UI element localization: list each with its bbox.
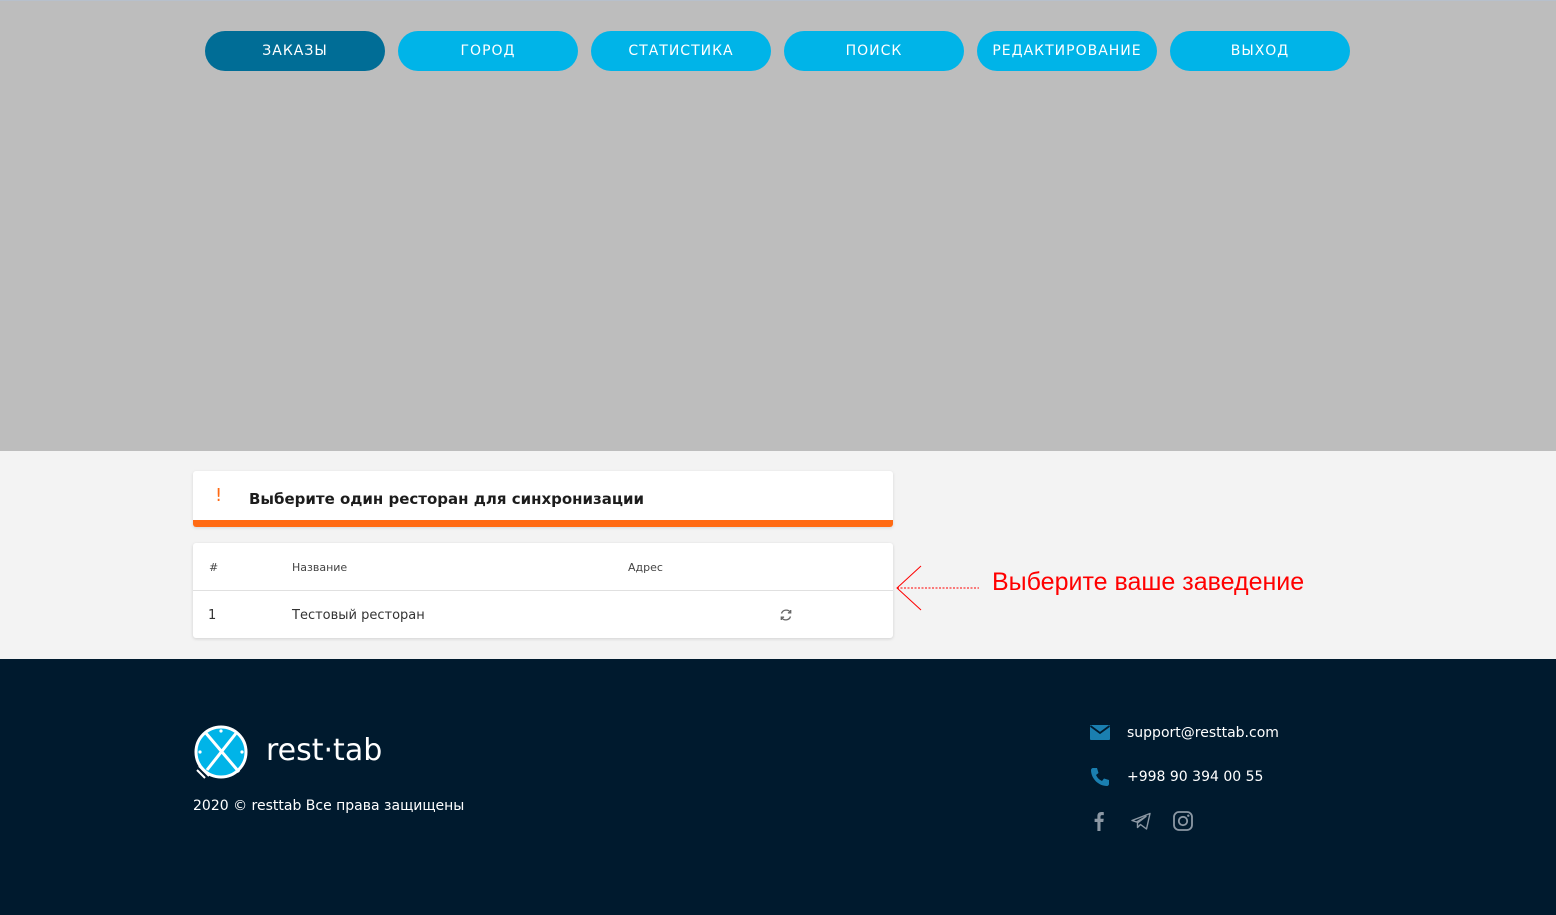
- row-number: 1: [208, 608, 217, 623]
- nav-edit-button[interactable]: РЕДАКТИРОВАНИЕ: [977, 31, 1157, 71]
- nav-logout-button[interactable]: ВЫХОД: [1170, 31, 1350, 71]
- main-nav: ЗАКАЗЫ ГОРОД СТАТИСТИКА ПОИСК РЕДАКТИРОВ…: [205, 31, 1350, 71]
- sync-icon[interactable]: [778, 607, 794, 623]
- phone-number: +998 90 394 00 55: [1127, 769, 1264, 785]
- email-contact[interactable]: support@resttab.com: [1089, 722, 1279, 744]
- restaurants-table: # Название Адрес 1 Тестовый ресторан: [193, 543, 893, 638]
- facebook-icon[interactable]: [1087, 809, 1111, 833]
- email-link[interactable]: support@resttab.com: [1127, 723, 1279, 743]
- telegram-icon[interactable]: [1129, 809, 1153, 833]
- nav-statistics-button[interactable]: СТАТИСТИКА: [591, 31, 771, 71]
- column-header-number: #: [209, 561, 219, 574]
- restaurant-name[interactable]: Тестовый ресторан: [292, 608, 425, 623]
- header: ЗАКАЗЫ ГОРОД СТАТИСТИКА ПОИСК РЕДАКТИРОВ…: [0, 1, 1556, 451]
- instagram-icon[interactable]: [1171, 809, 1195, 833]
- phone-icon: [1091, 768, 1109, 786]
- alert-message: Выберите один ресторан для синхронизации: [249, 490, 645, 508]
- nav-orders-button[interactable]: ЗАКАЗЫ: [205, 31, 385, 71]
- nav-city-button[interactable]: ГОРОД: [398, 31, 578, 71]
- logo-icon: [194, 725, 248, 779]
- phone-contact[interactable]: +998 90 394 00 55: [1089, 766, 1263, 788]
- mail-icon: [1089, 725, 1111, 740]
- annotation-text: Выберите ваше заведение: [992, 568, 1305, 596]
- copyright-text: 2020 © resttab Все права защищены: [193, 798, 465, 814]
- nav-search-button[interactable]: ПОИСК: [784, 31, 964, 71]
- social-links: [1087, 809, 1195, 833]
- footer: rest·tab 2020 © resttab Все права защище…: [0, 659, 1556, 915]
- logo-text: rest·tab: [266, 733, 383, 768]
- row-divider: [193, 590, 893, 591]
- sync-alert: ! Выберите один ресторан для синхронизац…: [193, 471, 893, 527]
- alert-accent-bar: [193, 520, 893, 527]
- exclamation-icon: !: [215, 485, 223, 506]
- column-header-name: Название: [292, 561, 348, 574]
- main-content: ! Выберите один ресторан для синхронизац…: [0, 451, 1556, 659]
- column-header-address: Адрес: [628, 561, 663, 574]
- annotation-arrow-icon: [896, 565, 979, 611]
